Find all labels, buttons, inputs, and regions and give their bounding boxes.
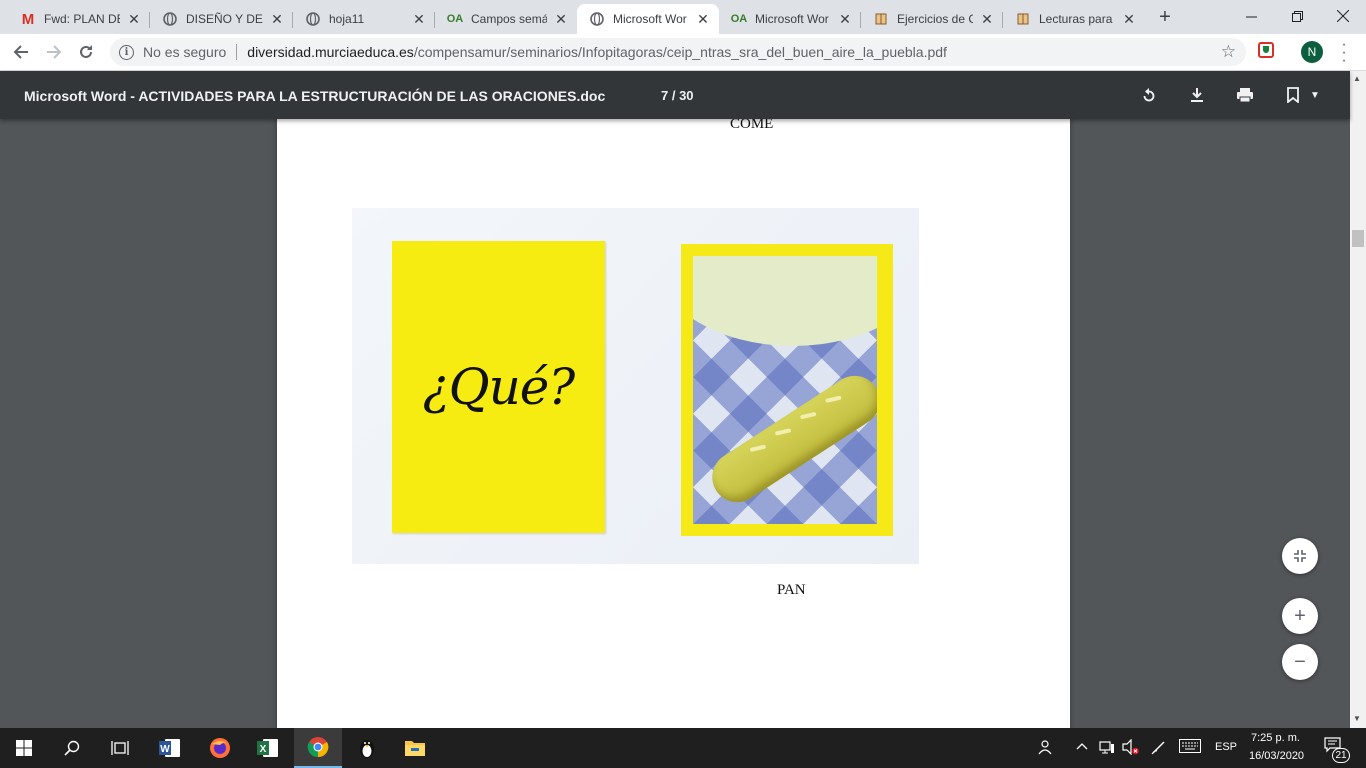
cards-photo: ¿Qué? [352,208,919,564]
fit-to-page-button[interactable] [1282,538,1318,574]
minimize-button[interactable] [1228,0,1274,32]
question-card-text: ¿Qué? [422,358,575,416]
word-pan: PAN [777,582,806,598]
close-icon[interactable]: ✕ [553,11,569,27]
omnibox-divider [236,44,238,60]
scroll-down-icon[interactable]: ▼ [1353,714,1361,723]
browser-menu-icon[interactable]: · · · [1336,37,1352,69]
word-come: COME [730,119,774,132]
close-icon[interactable]: ✕ [1121,11,1137,27]
clock-date[interactable]: 16/03/2020 [1249,750,1304,762]
pdf-title: Microsoft Word - ACTIVIDADES PARA LA EST… [24,88,606,104]
people-icon[interactable] [1038,739,1054,758]
zoom-out-button[interactable]: − [1282,644,1318,680]
page-indicator[interactable]: 7 / 30 [661,88,694,103]
clock-time[interactable]: 7:25 p. m. [1251,732,1300,744]
scrollbar-thumb[interactable] [1352,230,1364,247]
tab-gmail[interactable]: M Fwd: PLAN DE ✕ [8,4,150,34]
tab-hoja11[interactable]: hoja11 ✕ [293,4,435,34]
pen-icon[interactable] [1151,739,1167,758]
globe-icon [589,11,605,27]
bookmark-icon[interactable] [1281,83,1305,107]
tab-campos[interactable]: OA Campos semá ✕ [435,4,577,34]
tab-title: Ejercicios de C [897,12,973,26]
tab-title: Microsoft Wor [755,12,829,26]
keyboard-icon[interactable] [1179,739,1201,756]
tab-ejercicios[interactable]: Ejercicios de C ✕ [861,4,1003,34]
tab-microsoft-word-active[interactable]: Microsoft Wor ✕ [577,4,719,34]
task-view-icon[interactable] [96,728,144,768]
chevron-up-icon[interactable] [1075,739,1089,756]
browser-toolbar: i No es seguro diversidad.murciaeduca.es… [0,34,1366,71]
close-icon[interactable]: ✕ [837,11,853,27]
scrollbar[interactable]: ▲ ▼ [1350,71,1366,728]
url-path: /compensamur/seminarios/Infopitagoras/ce… [413,44,947,60]
chrome-icon[interactable] [294,728,342,768]
svg-text:X: X [260,744,267,755]
globe-icon [162,11,178,27]
question-card: ¿Qué? [392,241,605,533]
chevron-down-icon[interactable]: ▼ [1303,83,1327,107]
close-icon[interactable]: ✕ [126,11,142,27]
tab-title: hoja11 [329,12,365,26]
rotate-icon[interactable] [1137,83,1161,107]
close-icon[interactable]: ✕ [979,11,995,27]
svg-text:W: W [160,744,170,755]
notification-count: 21 [1332,748,1350,763]
forward-button[interactable] [41,39,67,65]
gmail-icon: M [21,10,35,28]
bread-card [681,244,893,536]
close-icon[interactable]: ✕ [695,11,711,27]
url-host: diversidad.murciaeduca.es [247,44,414,60]
close-icon[interactable]: ✕ [411,11,427,27]
security-label: No es seguro [143,44,227,60]
taskbar: W X ESP 7:25 p. m. 16/03/2020 21 [0,728,1366,768]
reload-button[interactable] [73,39,99,65]
tab-title: Campos semá [471,12,547,26]
search-icon[interactable] [48,728,96,768]
start-icon[interactable] [0,728,48,768]
extension-icon[interactable] [1258,42,1274,58]
penguin-app-icon[interactable] [343,728,391,768]
bookmark-star-icon[interactable]: ☆ [1221,42,1236,62]
bread-illustration [693,256,877,524]
restore-button[interactable] [1274,0,1320,32]
firefox-icon[interactable] [196,728,244,768]
word-app-icon[interactable]: W [146,728,194,768]
book-icon [873,11,889,27]
pdf-toolbar: Microsoft Word - ACTIVIDADES PARA LA EST… [0,71,1350,119]
tab-title: DISEÑO Y DES [186,12,263,26]
info-icon[interactable]: i [119,44,134,60]
close-window-button[interactable] [1320,0,1366,32]
print-icon[interactable] [1233,83,1257,107]
language-indicator[interactable]: ESP [1215,741,1237,753]
scroll-up-icon[interactable]: ▲ [1353,74,1361,83]
zoom-in-button[interactable]: + [1282,598,1318,634]
file-explorer-icon[interactable] [391,728,439,768]
pdf-page: COME ¿Qué? PAN [277,119,1070,728]
new-tab-button[interactable]: + [1155,7,1175,28]
close-icon[interactable]: ✕ [269,11,285,27]
back-button[interactable] [8,39,34,65]
oa-icon: OA [730,13,748,25]
download-icon[interactable] [1185,83,1209,107]
profile-avatar[interactable]: N [1301,41,1323,63]
globe-icon [305,11,321,27]
tab-title: Fwd: PLAN DE [44,12,120,26]
oa-icon: OA [446,13,464,25]
tab-microsoft-word-2[interactable]: OA Microsoft Wor ✕ [719,4,861,34]
tab-title: Lecturas para [1039,12,1113,26]
tab-strip: M Fwd: PLAN DE ✕ DISEÑO Y DES ✕ hoja11 ✕… [0,0,1366,34]
tab-lecturas[interactable]: Lecturas para ✕ [1003,4,1145,34]
tab-diseno[interactable]: DISEÑO Y DES ✕ [150,4,293,34]
volume-muted-icon[interactable] [1122,738,1140,758]
book-icon [1015,11,1031,27]
network-icon[interactable] [1099,739,1115,758]
pdf-viewer[interactable]: COME ¿Qué? PAN [0,119,1350,728]
address-bar[interactable]: i No es seguro diversidad.murciaeduca.es… [110,38,1246,66]
excel-app-icon[interactable]: X [244,728,292,768]
tab-title: Microsoft Wor [613,12,687,26]
